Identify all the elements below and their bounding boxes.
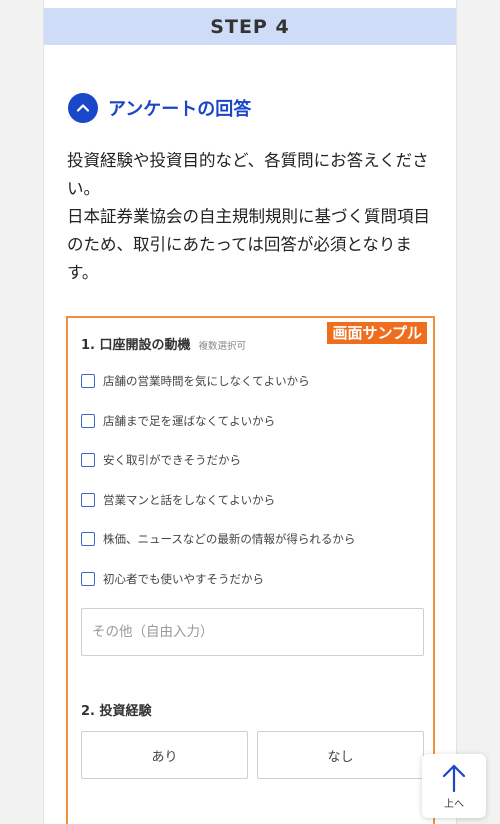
- question-title: 1. 口座開設の動機 複数選択可: [81, 334, 246, 353]
- collapse-button[interactable]: [68, 93, 98, 123]
- experience-no-button[interactable]: なし: [257, 731, 424, 779]
- checkbox-option[interactable]: 営業マンと話をしなくてよいから: [81, 492, 275, 508]
- sample-badge: 画面サンプル: [327, 322, 427, 344]
- section-header[interactable]: アンケートの回答: [68, 93, 251, 123]
- option-label: 安く取引ができそうだから: [103, 453, 241, 467]
- experience-yes-button[interactable]: あり: [81, 731, 248, 779]
- checkbox-option[interactable]: 初心者でも使いやすそうだから: [81, 571, 264, 587]
- checkbox[interactable]: [81, 532, 95, 546]
- step-header: STEP 4: [44, 8, 456, 45]
- back-to-top-button[interactable]: 上へ: [422, 754, 486, 818]
- section-title: アンケートの回答: [108, 99, 252, 120]
- back-to-top-label: 上へ: [444, 798, 464, 810]
- free-input-field[interactable]: [81, 608, 424, 656]
- screen-sample: 画面サンプル 1. 口座開設の動機 複数選択可 店舗の営業時間を気にしなくてよいか…: [66, 316, 435, 824]
- checkbox-option[interactable]: 店舗まで足を運ばなくてよいから: [81, 413, 275, 429]
- multiple-choice-note: 複数選択可: [198, 341, 247, 352]
- question-label: 1. 口座開設の動機: [81, 338, 191, 353]
- checkbox[interactable]: [81, 493, 95, 507]
- option-label: 初心者でも使いやすそうだから: [103, 572, 264, 586]
- question-title: 2. 投資経験: [81, 704, 152, 719]
- checkbox[interactable]: [81, 374, 95, 388]
- chevron-up-icon: [76, 104, 90, 112]
- checkbox-option[interactable]: 安く取引ができそうだから: [81, 452, 241, 468]
- checkbox[interactable]: [81, 572, 95, 586]
- checkbox[interactable]: [81, 414, 95, 428]
- option-label: 店舗まで足を運ばなくてよいから: [103, 414, 276, 428]
- description-line: 投資経験や投資目的など、各質問にお答えください。: [67, 151, 429, 198]
- option-label: 店舗の営業時間を気にしなくてよいから: [103, 374, 310, 388]
- checkbox-option[interactable]: 株価、ニュースなどの最新の情報が得られるから: [81, 531, 355, 547]
- checkbox-option[interactable]: 店舗の営業時間を気にしなくてよいから: [81, 373, 310, 389]
- option-label: 営業マンと話をしなくてよいから: [103, 493, 276, 507]
- checkbox[interactable]: [81, 453, 95, 467]
- step-card: STEP 4 アンケートの回答 投資経験や投資目的など、各質問にお答えください。…: [43, 0, 457, 824]
- option-label: 株価、ニュースなどの最新の情報が得られるから: [103, 532, 356, 546]
- description-line: 日本証券業協会の自主規制規則に基づく質問項目のため、取引にあたっては回答が必須と…: [67, 207, 430, 282]
- arrow-up-icon: [442, 764, 466, 792]
- section-description: 投資経験や投資目的など、各質問にお答えください。 日本証券業協会の自主規制規則に…: [67, 147, 437, 287]
